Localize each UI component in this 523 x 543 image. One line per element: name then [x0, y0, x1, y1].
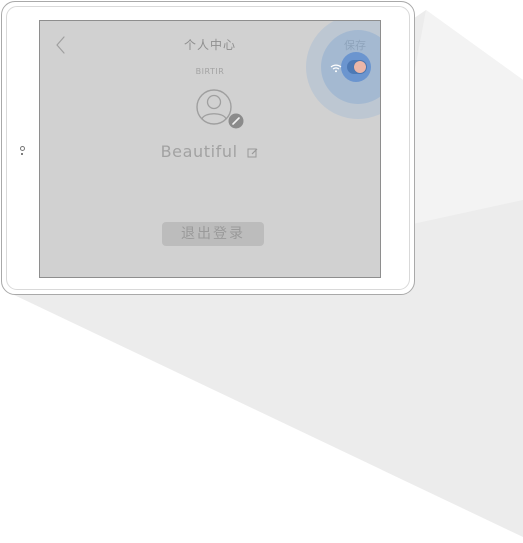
- wifi-icon: [330, 64, 342, 73]
- app-stage: 个人中心 保存 BIRTIR Beautiful 退出登录: [0, 0, 523, 543]
- user-avatar-icon: [196, 89, 244, 129]
- sensor-dot: [21, 153, 23, 155]
- toggle-knob: [354, 61, 366, 73]
- edit-icon[interactable]: [247, 147, 259, 159]
- app-screen: 个人中心 保存 BIRTIR Beautiful 退出登录: [39, 20, 381, 278]
- display-name-row: Beautiful: [40, 142, 380, 161]
- logout-button[interactable]: 退出登录: [162, 222, 264, 246]
- settings-toggle[interactable]: [347, 60, 367, 74]
- display-name: Beautiful: [160, 142, 238, 161]
- camera-dot: [20, 146, 25, 151]
- avatar[interactable]: [190, 87, 244, 131]
- tablet-frame: 个人中心 保存 BIRTIR Beautiful 退出登录: [1, 1, 415, 295]
